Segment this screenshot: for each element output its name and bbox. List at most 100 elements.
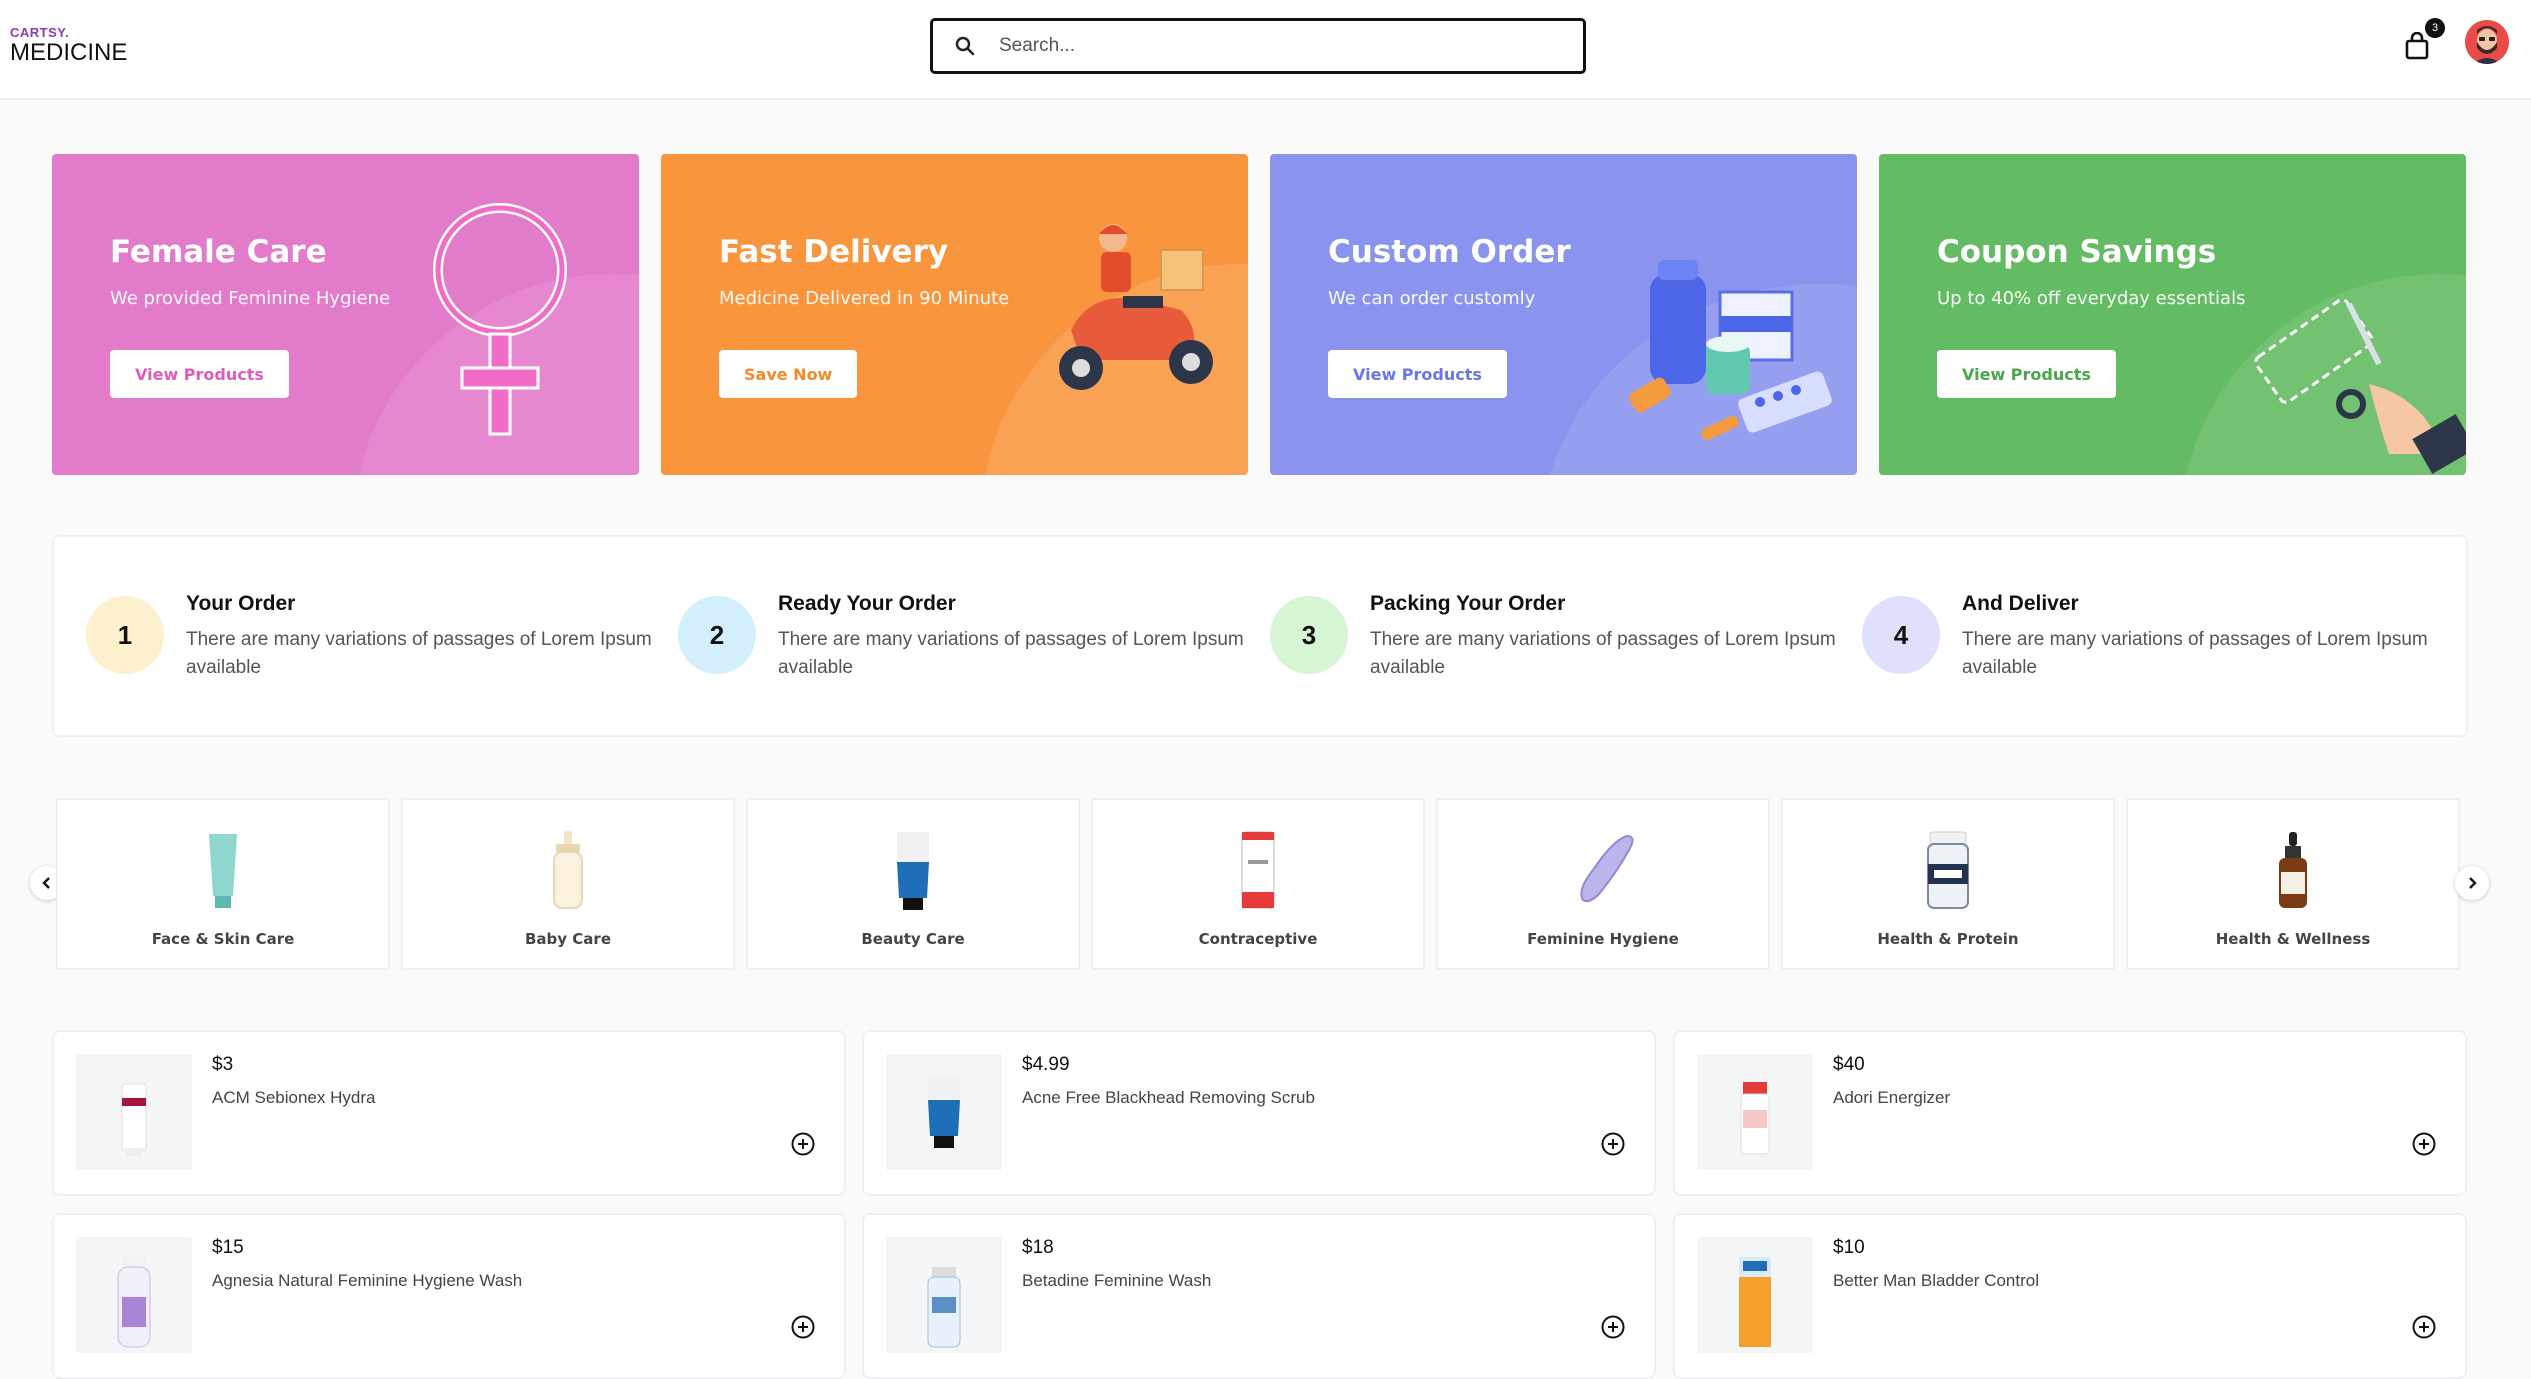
- category-baby-care[interactable]: Baby Care: [401, 798, 735, 970]
- banner-subtitle: We provided Feminine Hygiene: [110, 288, 391, 309]
- product-price: $40: [1833, 1054, 1865, 1075]
- product-card[interactable]: $40 Adori Energizer: [1673, 1030, 2467, 1196]
- delivery-scooter-icon: [1059, 224, 1213, 390]
- banner-subtitle: Medicine Delivered in 90 Minute: [719, 288, 1010, 309]
- view-products-button[interactable]: View Products: [1328, 350, 1507, 398]
- banner-title: Coupon Savings: [1937, 234, 2217, 270]
- product-card[interactable]: $4.99 Acne Free Blackhead Removing Scrub: [862, 1030, 1656, 1196]
- step-description: There are many variations of passages of…: [1370, 629, 1836, 678]
- save-now-button[interactable]: Save Now: [719, 350, 858, 398]
- product-image: [886, 1054, 1002, 1170]
- category-label: Face & Skin Care: [151, 930, 295, 948]
- add-to-cart-icon[interactable]: [2412, 1132, 2436, 1156]
- step-title: And Deliver: [1962, 592, 2079, 615]
- search-input[interactable]: [997, 34, 1561, 58]
- logo-brand: CARTSY.: [10, 25, 70, 40]
- header: CARTSY. MEDICINE 3: [0, 0, 2531, 100]
- order-steps: 1 Your Order There are many variations o…: [52, 535, 2468, 737]
- step-number: 3: [1270, 596, 1348, 674]
- step-1: 1 Your Order There are many variations o…: [86, 592, 652, 692]
- baby-bottle-icon: [553, 831, 583, 909]
- product-card[interactable]: $18 Betadine Feminine Wash: [862, 1213, 1656, 1379]
- product-price: $15: [212, 1237, 244, 1258]
- step-description: There are many variations of passages of…: [186, 629, 652, 678]
- add-to-cart-icon[interactable]: [1601, 1315, 1625, 1339]
- search-box: [930, 18, 1586, 74]
- product-image: [1697, 1054, 1813, 1170]
- add-to-cart-icon[interactable]: [791, 1132, 815, 1156]
- product-name: Better Man Bladder Control: [1833, 1271, 2039, 1290]
- avatar[interactable]: [2465, 20, 2509, 64]
- step-4: 4 And Deliver There are many variations …: [1862, 592, 2428, 692]
- product-image: [76, 1054, 192, 1170]
- cart-count-badge: 3: [2425, 18, 2445, 38]
- skin-cream-tube-icon: [209, 834, 237, 908]
- logo[interactable]: CARTSY. MEDICINE: [10, 26, 127, 65]
- step-description: There are many variations of passages of…: [1962, 629, 2428, 678]
- category-label: Health & Wellness: [2215, 930, 2371, 948]
- banner-fast-delivery: Fast Delivery Medicine Delivered in 90 M…: [661, 154, 1248, 475]
- female-symbol-icon: [433, 203, 567, 436]
- category-face-skin-care[interactable]: Face & Skin Care: [56, 798, 390, 970]
- product-name: Agnesia Natural Feminine Hygiene Wash: [212, 1271, 523, 1290]
- product-name: ACM Sebionex Hydra: [212, 1088, 376, 1107]
- add-to-cart-icon[interactable]: [1601, 1132, 1625, 1156]
- product-image: [76, 1237, 192, 1353]
- category-health-wellness[interactable]: Health & Wellness: [2126, 798, 2460, 970]
- search-icon: [955, 36, 975, 56]
- product-name: Betadine Feminine Wash: [1022, 1271, 1212, 1290]
- step-number: 2: [678, 596, 756, 674]
- protein-jar-icon: [1927, 831, 1969, 909]
- banner-female-care: Female Care We provided Feminine Hygiene…: [52, 154, 639, 475]
- product-price: $18: [1022, 1237, 1054, 1258]
- category-feminine-hygiene[interactable]: Feminine Hygiene: [1436, 798, 1770, 970]
- product-card[interactable]: $10 Better Man Bladder Control: [1673, 1213, 2467, 1379]
- banner-title: Custom Order: [1328, 234, 1571, 270]
- banner-subtitle: Up to 40% off everyday essentials: [1937, 288, 2246, 309]
- cart-button[interactable]: 3: [2404, 18, 2445, 60]
- category-label: Baby Care: [525, 930, 611, 948]
- category-contraceptive[interactable]: Contraceptive: [1091, 798, 1425, 970]
- add-to-cart-icon[interactable]: [2412, 1315, 2436, 1339]
- step-title: Ready Your Order: [778, 592, 956, 615]
- product-card[interactable]: $3 ACM Sebionex Hydra: [52, 1030, 846, 1196]
- product-name: Adori Energizer: [1833, 1088, 1951, 1107]
- sanitary-pad-icon: [1580, 834, 1634, 903]
- medicine-bottles-icon: [1629, 260, 1832, 440]
- step-3: 3 Packing Your Order There are many vari…: [1270, 592, 1836, 692]
- dropper-bottle-icon: [2279, 832, 2307, 908]
- logo-name: MEDICINE: [10, 39, 128, 66]
- step-title: Your Order: [186, 592, 296, 615]
- step-number: 1: [86, 596, 164, 674]
- category-label: Contraceptive: [1198, 930, 1318, 948]
- step-number: 4: [1862, 596, 1940, 674]
- product-image: [1697, 1237, 1813, 1353]
- contraceptive-box-icon: [1241, 831, 1275, 909]
- banner-title: Fast Delivery: [719, 234, 949, 270]
- step-description: There are many variations of passages of…: [778, 629, 1244, 678]
- view-products-button[interactable]: View Products: [110, 350, 289, 398]
- step-2: 2 Ready Your Order There are many variat…: [678, 592, 1244, 692]
- category-health-protein[interactable]: Health & Protein: [1781, 798, 2115, 970]
- banner-title: Female Care: [110, 234, 327, 270]
- banner-coupon-savings: Coupon Savings Up to 40% off everyday es…: [1879, 154, 2466, 475]
- product-price: $10: [1833, 1237, 1865, 1258]
- category-next-button[interactable]: [2455, 866, 2489, 900]
- category-beauty-care[interactable]: Beauty Care: [746, 798, 1080, 970]
- chevron-left-icon: [42, 877, 50, 889]
- view-products-button[interactable]: View Products: [1937, 350, 2116, 398]
- product-price: $4.99: [1022, 1054, 1070, 1075]
- product-image: [886, 1237, 1002, 1353]
- banner-subtitle: We can order customly: [1328, 288, 1536, 309]
- step-title: Packing Your Order: [1370, 592, 1566, 615]
- category-label: Health & Protein: [1877, 930, 2019, 948]
- banner-custom-order: Custom Order We can order customly View …: [1270, 154, 1857, 475]
- chevron-right-icon: [2469, 877, 2477, 889]
- shopping-bag-icon: [2405, 32, 2429, 60]
- category-label: Beauty Care: [861, 930, 965, 948]
- product-card[interactable]: $15 Agnesia Natural Feminine Hygiene Was…: [52, 1213, 846, 1379]
- product-name: Acne Free Blackhead Removing Scrub: [1022, 1088, 1315, 1107]
- category-label: Feminine Hygiene: [1527, 930, 1679, 948]
- add-to-cart-icon[interactable]: [791, 1315, 815, 1339]
- beauty-tube-icon: [897, 832, 929, 910]
